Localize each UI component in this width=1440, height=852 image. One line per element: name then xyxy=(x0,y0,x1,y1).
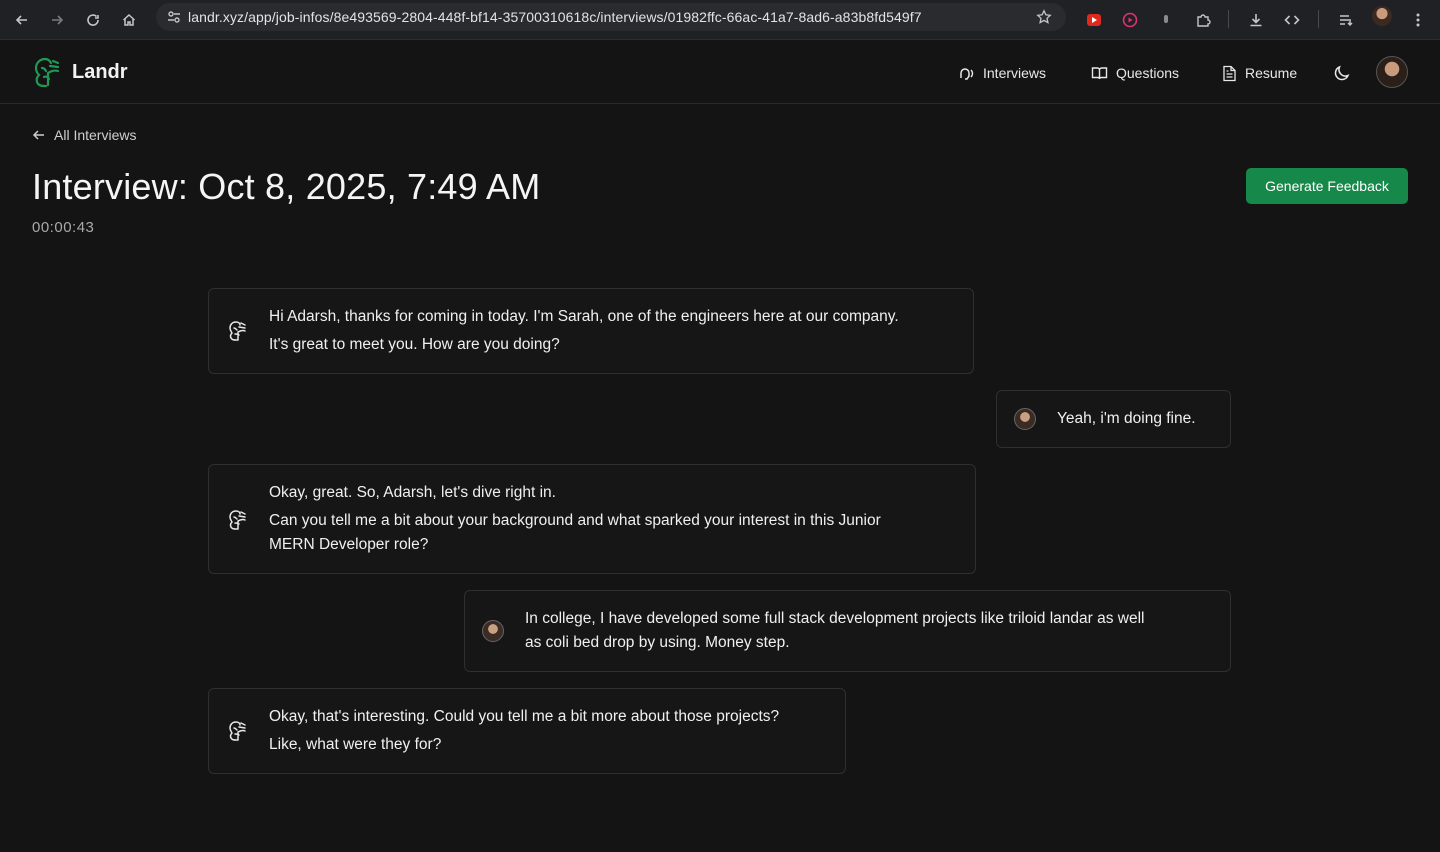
url-text: landr.xyz/app/job-infos/8e493569-2804-44… xyxy=(188,9,922,25)
message-text: Hi Adarsh, thanks for coming in today. I… xyxy=(269,305,899,357)
message-text: Okay, great. So, Adarsh, let's dive righ… xyxy=(269,481,881,557)
app-header: Landr Interviews Questions Resume xyxy=(0,41,1440,104)
toolbar-divider xyxy=(1318,10,1319,28)
browser-toolbar: landr.xyz/app/job-infos/8e493569-2804-44… xyxy=(0,0,1440,40)
landr-logo-icon[interactable] xyxy=(32,55,62,89)
user-avatar[interactable] xyxy=(1376,56,1408,88)
interviewer-brain-icon xyxy=(229,510,246,530)
reload-icon[interactable] xyxy=(79,6,107,34)
code-icon[interactable] xyxy=(1278,6,1306,34)
toolbar-divider xyxy=(1228,10,1229,28)
message-line: Like, what were they for? xyxy=(269,736,442,753)
moon-icon[interactable] xyxy=(1332,63,1352,83)
app-logo-text[interactable]: Landr xyxy=(72,61,128,84)
record-extension-icon[interactable] xyxy=(1116,6,1144,34)
all-interviews-label: All Interviews xyxy=(54,127,137,143)
message-line: Can you tell me a bit about your backgro… xyxy=(269,512,881,529)
kebab-menu-icon[interactable] xyxy=(1404,6,1432,34)
message-user: Yeah, i'm doing fine. xyxy=(996,390,1231,448)
bookmark-star-icon[interactable] xyxy=(1030,3,1058,31)
interviewer-brain-icon xyxy=(229,321,246,341)
nav-questions[interactable]: Questions xyxy=(1091,62,1179,84)
message-text: Okay, that's interesting. Could you tell… xyxy=(269,705,779,757)
back-arrow-icon[interactable] xyxy=(8,6,36,34)
home-icon[interactable] xyxy=(115,6,143,34)
address-bar[interactable]: landr.xyz/app/job-infos/8e493569-2804-44… xyxy=(156,3,1066,31)
message-line: Yeah, i'm doing fine. xyxy=(1057,410,1196,427)
user-message-avatar xyxy=(482,620,504,642)
message-text: Yeah, i'm doing fine. xyxy=(1057,407,1196,431)
message-interviewer: Hi Adarsh, thanks for coming in today. I… xyxy=(208,288,974,374)
arrow-left-icon xyxy=(32,130,44,140)
nav-resume[interactable]: Resume xyxy=(1222,62,1297,84)
user-message-avatar xyxy=(1014,408,1036,430)
message-text: In college, I have developed some full s… xyxy=(525,607,1144,655)
all-interviews-link[interactable]: All Interviews xyxy=(32,127,136,143)
download-icon[interactable] xyxy=(1242,6,1270,34)
message-line: as coli bed drop by using. Money step. xyxy=(525,634,790,651)
nav-questions-label: Questions xyxy=(1116,65,1180,81)
message-interviewer: Okay, that's interesting. Could you tell… xyxy=(208,688,846,774)
browser-profile-avatar[interactable] xyxy=(1372,6,1392,26)
book-open-icon xyxy=(1091,66,1108,79)
mic-extension-icon[interactable] xyxy=(1152,6,1180,34)
headset-voice-icon xyxy=(960,67,974,80)
generate-feedback-button[interactable]: Generate Feedback xyxy=(1246,168,1408,204)
site-settings-icon[interactable] xyxy=(160,3,188,31)
page-title: Interview: Oct 8, 2025, 7:49 AM xyxy=(32,166,541,207)
message-line: In college, I have developed some full s… xyxy=(525,610,1145,627)
nav-resume-label: Resume xyxy=(1245,65,1298,81)
message-line: Okay, that's interesting. Could you tell… xyxy=(269,708,780,725)
message-line: MERN Developer role? xyxy=(269,536,429,553)
message-interviewer: Okay, great. So, Adarsh, let's dive righ… xyxy=(208,464,976,574)
forward-arrow-icon[interactable] xyxy=(43,6,71,34)
reading-list-icon[interactable] xyxy=(1332,6,1360,34)
interviewer-brain-icon xyxy=(229,721,246,741)
file-text-icon xyxy=(1223,65,1236,81)
message-line: It's great to meet you. How are you doin… xyxy=(269,336,560,353)
nav-interviews[interactable]: Interviews xyxy=(958,62,1046,84)
message-line: Okay, great. So, Adarsh, let's dive righ… xyxy=(269,484,556,501)
nav-interviews-label: Interviews xyxy=(983,65,1047,81)
message-user: In college, I have developed some full s… xyxy=(464,590,1231,672)
youtube-extension-icon[interactable] xyxy=(1080,6,1108,34)
interview-timer: 00:00:43 xyxy=(32,219,95,236)
message-line: Hi Adarsh, thanks for coming in today. I… xyxy=(269,308,899,325)
extensions-puzzle-icon[interactable] xyxy=(1189,6,1217,34)
